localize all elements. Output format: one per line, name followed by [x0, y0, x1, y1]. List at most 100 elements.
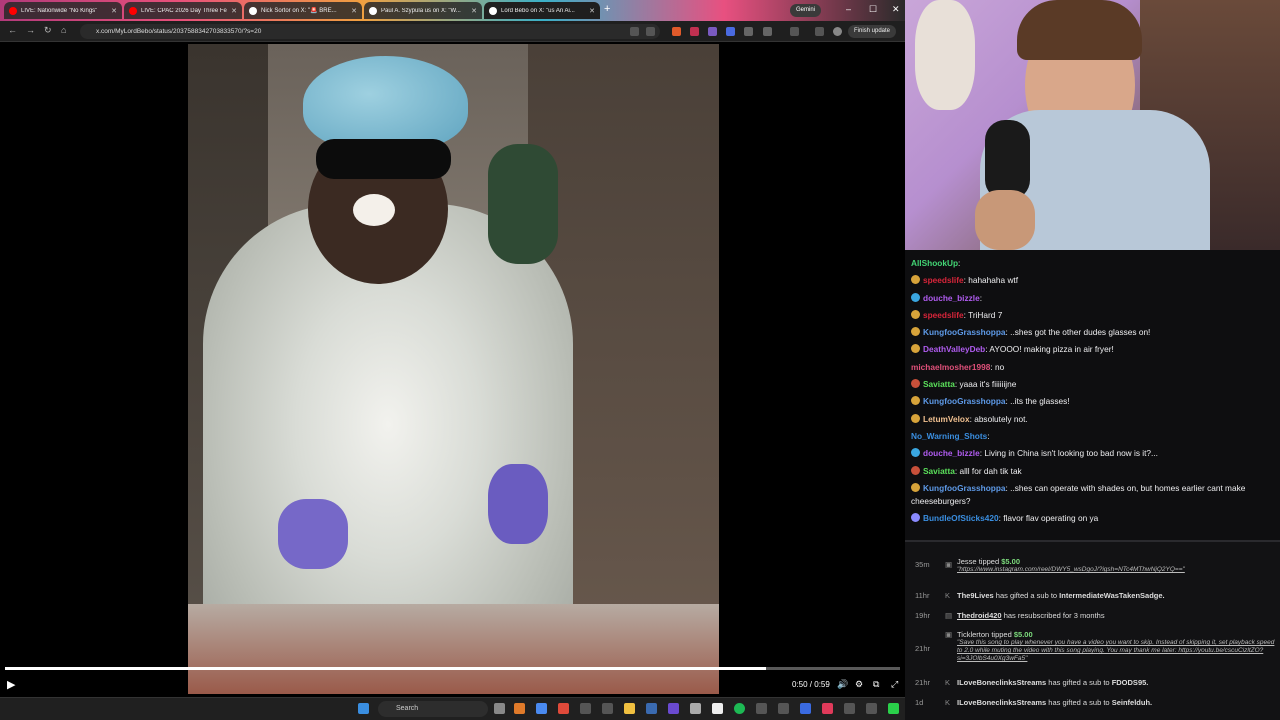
forward-icon[interactable]: → — [26, 25, 35, 35]
maximize-icon[interactable]: ☐ — [869, 4, 877, 15]
windows-start-icon[interactable] — [358, 703, 369, 714]
chat-message: speedslife: hahahaha wtf — [911, 272, 1274, 289]
back-icon[interactable]: ← — [8, 25, 17, 35]
tab-title: LIVE: CPAC 2026 Day Three Fe... — [141, 7, 228, 14]
app-icon[interactable] — [602, 703, 613, 714]
chat-text: alll for dah tik tak — [959, 465, 1022, 476]
close-icon[interactable]: ✕ — [471, 7, 477, 15]
volume-icon[interactable]: 🔊 — [837, 679, 848, 690]
new-tab-button[interactable]: + — [604, 3, 610, 15]
app-icon[interactable] — [800, 703, 811, 714]
app-icon[interactable] — [888, 703, 899, 714]
youtube-icon — [129, 6, 137, 15]
url-input[interactable]: x.com/MyLordBebo/status/2037588342703833… — [80, 24, 660, 39]
fullscreen-icon[interactable]: ⤢ — [891, 679, 898, 690]
event-user: ILoveBoneclinksStreams — [957, 698, 1047, 707]
install-icon[interactable] — [630, 27, 639, 36]
obs-icon[interactable] — [712, 703, 723, 714]
chat-username[interactable]: AllShookUp — [911, 258, 958, 268]
picture-in-picture-icon[interactable]: ⧉ — [873, 679, 879, 690]
chat-badge-icon — [911, 465, 920, 475]
extension-icon[interactable] — [672, 27, 681, 36]
extension-icon[interactable] — [690, 27, 699, 36]
video-player[interactable]: ▶ 0:50 / 0:59 🔊 ⚙ ⧉ ⤢ — [0, 42, 905, 697]
star-icon[interactable] — [646, 27, 655, 36]
reload-icon[interactable]: ↻ — [44, 25, 52, 36]
extension-icon[interactable] — [708, 27, 717, 36]
chat-username[interactable]: KungfooGrasshoppa — [923, 396, 1006, 406]
file-explorer-icon[interactable] — [624, 703, 635, 714]
app-icon[interactable] — [844, 703, 855, 714]
video-frame[interactable] — [188, 44, 719, 694]
steam-icon[interactable] — [646, 703, 657, 714]
extensions-puzzle-icon[interactable] — [763, 27, 772, 36]
event-action: tipped — [991, 630, 1012, 639]
close-icon[interactable]: ✕ — [111, 7, 117, 15]
chat-username[interactable]: Saviatta — [923, 466, 955, 476]
video-progress-bar[interactable] — [5, 667, 900, 670]
chat-panel: AllShookUp: speedslife: hahahaha wtf douc… — [905, 250, 1280, 540]
tip-amount: $5.00 — [1013, 630, 1033, 639]
chat-message: No_Warning_Shots: — [911, 428, 1274, 445]
spotify-icon[interactable] — [734, 703, 745, 714]
event-target: IntermediateWasTakenSadge. — [1059, 591, 1165, 600]
event-action: has gifted a sub to — [1048, 678, 1110, 687]
sidebar-icon[interactable] — [790, 27, 799, 36]
app-icon[interactable] — [822, 703, 833, 714]
app-icon[interactable] — [580, 703, 591, 714]
settings-icon[interactable]: ⚙ — [855, 679, 863, 690]
chat-username[interactable]: KungfooGrasshoppa — [923, 483, 1006, 493]
avatar[interactable] — [833, 27, 842, 36]
youtube-icon — [9, 6, 17, 15]
extension-icon[interactable] — [726, 27, 735, 36]
play-icon[interactable]: ▶ — [7, 678, 15, 691]
chat-username[interactable]: speedslife — [923, 310, 964, 320]
close-window-icon[interactable]: ✕ — [892, 4, 900, 15]
close-icon[interactable]: ✕ — [589, 7, 595, 15]
download-icon[interactable] — [815, 27, 824, 36]
gemini-button[interactable]: Gemini — [790, 4, 822, 17]
home-icon[interactable]: ⌂ — [61, 25, 66, 35]
chat-message: LetumVelox: absolutely not. — [911, 411, 1274, 428]
chat-username[interactable]: LetumVelox — [923, 414, 970, 424]
tip-note[interactable]: "Save this song to play whenever you hav… — [957, 639, 1275, 663]
chrome-icon[interactable] — [558, 703, 569, 714]
event-user: Ticklerton — [957, 630, 990, 639]
tab-paul-szypula[interactable]: Paul A. Szypula us on X: "W... ✕ — [364, 2, 482, 19]
chat-message: DeathValleyDeb: AYOOO! making pizza in a… — [911, 341, 1274, 358]
app-icon[interactable] — [756, 703, 767, 714]
task-view-icon[interactable] — [494, 703, 505, 714]
chat-username[interactable]: KungfooGrasshoppa — [923, 327, 1006, 337]
minimize-icon[interactable]: – — [846, 4, 851, 14]
tab-cpac[interactable]: LIVE: CPAC 2026 Day Three Fe... ✕ — [124, 2, 242, 19]
close-icon[interactable]: ✕ — [351, 7, 357, 15]
extension-icon[interactable] — [744, 27, 753, 36]
chat-username[interactable]: douche_bizzle — [923, 293, 980, 303]
chat-text: hahahaha wtf — [968, 275, 1019, 286]
tab-lord-bebo[interactable]: Lord Bebo on X: "us An Ai... ✕ — [484, 2, 600, 19]
x-logo-icon — [489, 6, 497, 15]
chat-username[interactable]: BundleOfSticks420 — [923, 513, 999, 523]
chat-username[interactable]: No_Warning_Shots — [911, 431, 987, 441]
taskbar-search[interactable]: Search — [378, 701, 488, 717]
tab-nationwide[interactable]: LIVE: Nationwide "No Kings" ✕ — [4, 2, 122, 19]
chat-message: KungfooGrasshoppa: ..shes can operate wi… — [911, 480, 1274, 510]
chat-username[interactable]: Saviatta — [923, 379, 955, 389]
tip-note[interactable]: "https://www.instagram.com/reel/DWY5_wsD… — [957, 566, 1275, 574]
app-icon[interactable] — [866, 703, 877, 714]
chat-username[interactable]: DeathValleyDeb — [923, 344, 985, 354]
tab-nick-sortor[interactable]: Nick Sortor on X: "🚨 BRE... ✕ — [244, 2, 362, 19]
app-icon[interactable] — [690, 703, 701, 714]
event-user[interactable]: Thedroid420 — [957, 611, 1002, 620]
app-icon[interactable] — [668, 703, 679, 714]
app-icon[interactable] — [778, 703, 789, 714]
close-icon[interactable]: ✕ — [231, 7, 237, 15]
app-icon[interactable] — [514, 703, 525, 714]
finish-update-button[interactable]: Finish update — [848, 25, 897, 38]
chat-message: AllShookUp: — [911, 255, 1274, 272]
edge-icon[interactable] — [536, 703, 547, 714]
chat-username[interactable]: douche_bizzle — [923, 448, 980, 458]
chat-badge-icon — [911, 309, 920, 319]
chat-username[interactable]: michaelmosher1998 — [911, 362, 990, 372]
chat-username[interactable]: speedslife — [923, 275, 964, 285]
